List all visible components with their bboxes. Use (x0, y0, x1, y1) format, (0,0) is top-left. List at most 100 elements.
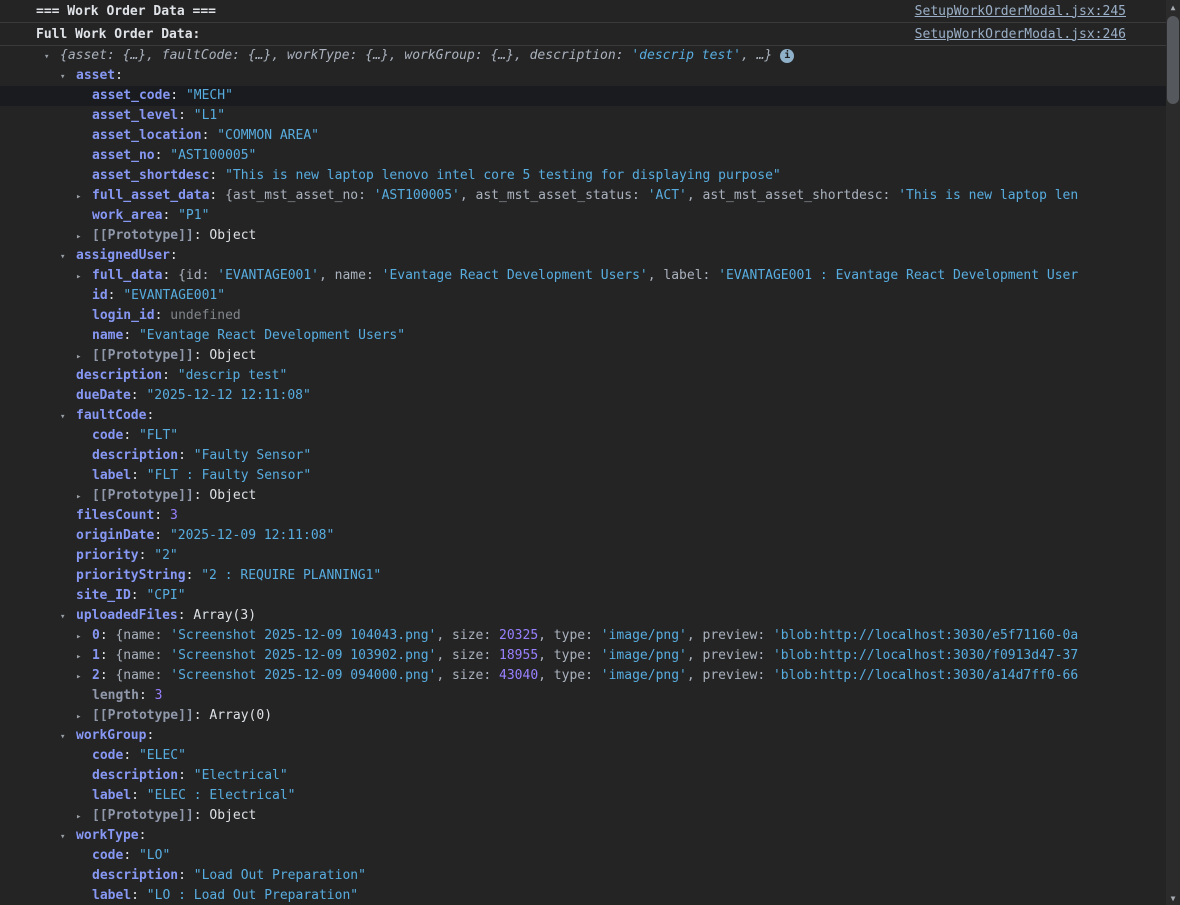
property-value: : (178, 448, 194, 463)
property-value: "AST100005" (170, 148, 256, 163)
scroll-up-button[interactable]: ▲ (1166, 0, 1180, 14)
property-key: code (92, 748, 123, 763)
tree-row[interactable]: ▾uploadedFiles: Array(3) (0, 606, 1166, 626)
tree-row: label: "ELEC : Electrical" (0, 786, 1166, 806)
expand-triangle-icon[interactable]: ▸ (76, 227, 92, 246)
property-key: login_id (92, 308, 155, 323)
tree-row: code: "LO" (0, 846, 1166, 866)
property-value: : (178, 608, 194, 623)
object-preview: {name: (115, 668, 170, 683)
expand-triangle-icon[interactable]: ▸ (76, 347, 92, 366)
tree-row[interactable]: ▸[[Prototype]]: Object (0, 226, 1166, 246)
collapse-triangle-icon[interactable]: ▾ (60, 827, 76, 846)
tree-row[interactable]: ▾workGroup: (0, 726, 1166, 746)
expand-triangle-icon[interactable]: ▸ (76, 627, 92, 646)
tree-row[interactable]: ▾asset: (0, 66, 1166, 86)
tree-row[interactable]: ▾faultCode: (0, 406, 1166, 426)
expand-triangle-icon[interactable]: ▸ (76, 707, 92, 726)
expand-triangle-icon[interactable]: ▸ (76, 807, 92, 826)
scrollbar-thumb[interactable] (1167, 16, 1179, 104)
property-value: : (202, 128, 218, 143)
property-value: 'EVANTAGE001' (217, 268, 319, 283)
tree-row[interactable]: ▸[[Prototype]]: Array(0) (0, 706, 1166, 726)
expand-triangle-icon[interactable]: ▸ (76, 487, 92, 506)
tree-row: id: "EVANTAGE001" (0, 286, 1166, 306)
source-link[interactable]: SetupWorkOrderModal.jsx:246 (915, 27, 1126, 42)
property-value: : (178, 108, 194, 123)
expand-triangle-icon[interactable]: ▸ (76, 267, 92, 286)
tree-row[interactable]: ▸0: {name: 'Screenshot 2025-12-09 104043… (0, 626, 1166, 646)
scroll-down-button[interactable]: ▼ (1166, 891, 1180, 905)
collapse-triangle-icon[interactable]: ▾ (60, 607, 76, 626)
property-value: : (100, 668, 116, 683)
property-key: description (92, 768, 178, 783)
tree-row: code: "FLT" (0, 426, 1166, 446)
property-value: 43040 (499, 668, 538, 683)
expand-triangle-icon[interactable]: ▸ (76, 647, 92, 666)
property-key: filesCount (76, 508, 154, 523)
tree-row[interactable]: ▾{asset: {…}, faultCode: {…}, workType: … (0, 46, 1166, 66)
property-value: : (139, 548, 155, 563)
property-value: : (178, 868, 194, 883)
property-key: site_ID (76, 588, 131, 603)
property-value: 'descrip test' (631, 48, 741, 63)
tree-row[interactable]: ▸[[Prototype]]: Object (0, 486, 1166, 506)
property-value: "MECH" (186, 88, 233, 103)
tree-row[interactable]: ▸2: {name: 'Screenshot 2025-12-09 094000… (0, 666, 1166, 686)
devtools-console-panel: { "entries": [ {"text": "=== Work Order … (0, 0, 1180, 905)
property-value: Array(3) (193, 608, 256, 623)
collapse-triangle-icon[interactable]: ▾ (60, 67, 76, 86)
property-value: 3 (155, 688, 163, 703)
tree-row: description: "descrip test" (0, 366, 1166, 386)
property-value: : (123, 848, 139, 863)
collapse-triangle-icon[interactable]: ▾ (60, 247, 76, 266)
tree-row[interactable]: ▾assignedUser: (0, 246, 1166, 266)
collapse-triangle-icon[interactable]: ▾ (60, 407, 76, 426)
tree-row: work_area: "P1" (0, 206, 1166, 226)
tree-row[interactable]: ▸full_asset_data: {ast_mst_asset_no: 'AS… (0, 186, 1166, 206)
property-value: : (178, 768, 194, 783)
property-value: : (209, 168, 225, 183)
tree-row[interactable]: ▸[[Prototype]]: Object (0, 806, 1166, 826)
property-key: 0 (92, 628, 100, 643)
tree-row: code: "ELEC" (0, 746, 1166, 766)
tree-row: filesCount: 3 (0, 506, 1166, 526)
property-value: 'image/png' (601, 668, 687, 683)
property-value: : (155, 308, 171, 323)
property-value: 3 (170, 508, 178, 523)
property-value: : (139, 688, 155, 703)
property-key: dueDate (76, 388, 131, 403)
property-value: : (194, 228, 210, 243)
property-value: "FLT" (139, 428, 178, 443)
property-value: Array(0) (209, 708, 272, 723)
source-link[interactable]: SetupWorkOrderModal.jsx:245 (915, 4, 1126, 19)
collapse-triangle-icon[interactable]: ▾ (44, 47, 60, 66)
tree-row[interactable]: ▸[[Prototype]]: Object (0, 346, 1166, 366)
object-tree: ▾{asset: {…}, faultCode: {…}, workType: … (0, 46, 1166, 905)
property-value: : (131, 388, 147, 403)
collapse-triangle-icon[interactable]: ▾ (60, 727, 76, 746)
property-value: 'Evantage React Development Users' (382, 268, 648, 283)
property-key: name (92, 328, 123, 343)
property-key: description (92, 448, 178, 463)
expand-triangle-icon[interactable]: ▸ (76, 667, 92, 686)
info-icon[interactable]: i (780, 49, 794, 63)
tree-row: asset_no: "AST100005" (0, 146, 1166, 166)
property-key: [[Prototype]] (92, 348, 194, 363)
property-value: 'image/png' (601, 628, 687, 643)
tree-row: dueDate: "2025-12-12 12:11:08" (0, 386, 1166, 406)
scrollbar[interactable]: ▲ ▼ (1166, 0, 1180, 905)
property-key: priority (76, 548, 139, 563)
property-value: 'blob:http://localhost:3030/a14d7ff0-66 (773, 668, 1078, 683)
property-value: 'ACT' (648, 188, 687, 203)
property-value: : (131, 588, 147, 603)
property-value: undefined (170, 308, 240, 323)
tree-row[interactable]: ▾workType: (0, 826, 1166, 846)
property-value: 'image/png' (601, 648, 687, 663)
tree-row: description: "Electrical" (0, 766, 1166, 786)
tree-row[interactable]: ▸1: {name: 'Screenshot 2025-12-09 103902… (0, 646, 1166, 666)
property-value: : (146, 728, 154, 743)
expand-triangle-icon[interactable]: ▸ (76, 187, 92, 206)
property-value: : (123, 748, 139, 763)
tree-row[interactable]: ▸full_data: {id: 'EVANTAGE001', name: 'E… (0, 266, 1166, 286)
